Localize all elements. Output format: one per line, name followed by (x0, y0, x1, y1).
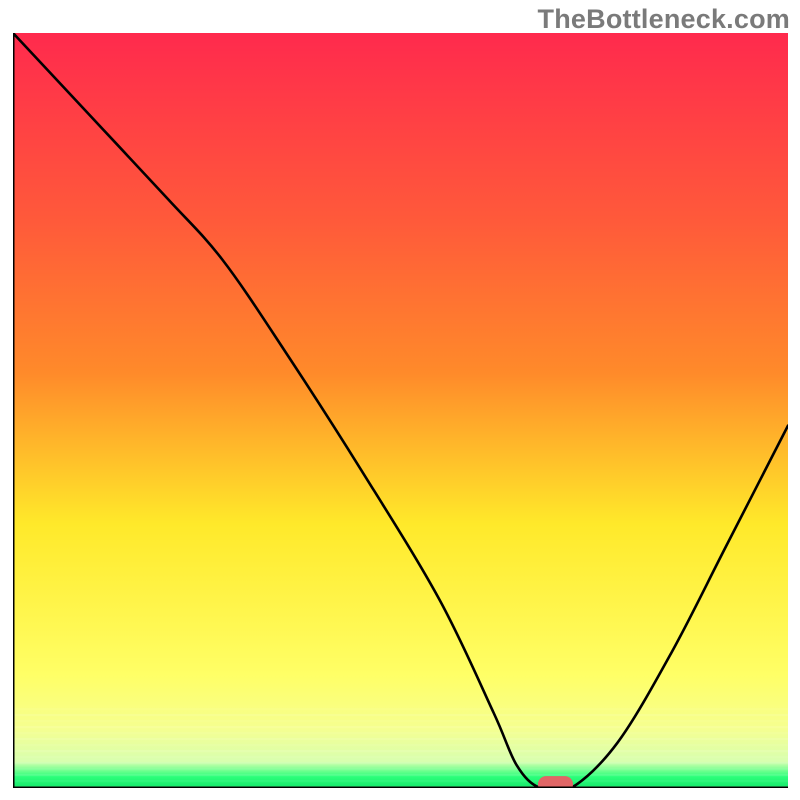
optimal-marker (538, 777, 572, 788)
chart-background (13, 33, 788, 788)
chart-svg (13, 33, 788, 788)
bottleneck-chart (13, 33, 788, 788)
watermark-text: TheBottleneck.com (538, 4, 790, 35)
